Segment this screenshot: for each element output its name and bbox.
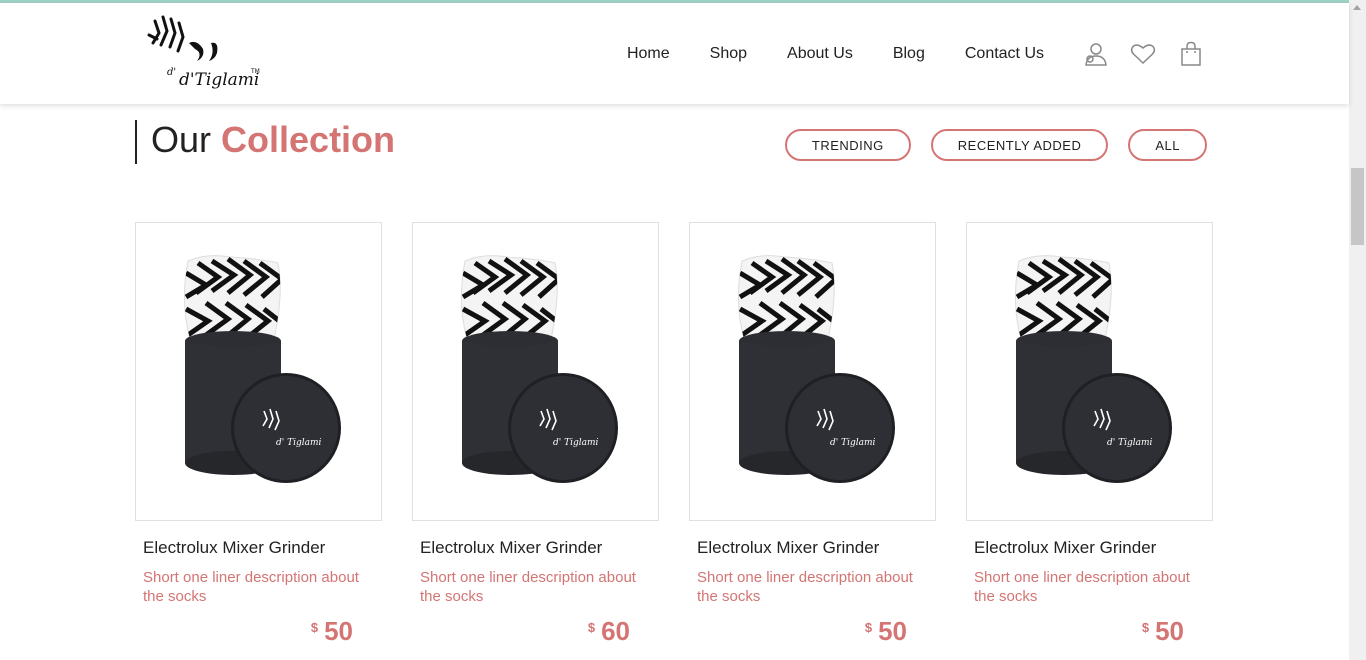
price-amount: 50 <box>1155 616 1184 646</box>
product-image[interactable]: d' Tiglami <box>966 222 1213 521</box>
sock-tube-image: d' Tiglami <box>1014 255 1172 483</box>
collection-filters: TRENDING RECENTLY ADDED ALL <box>784 129 1207 161</box>
price-amount: 60 <box>601 616 630 646</box>
product-image[interactable]: d' Tiglami <box>412 222 659 521</box>
product-card[interactable]: d' Tiglami Electrolux Mixer Grinder Shor… <box>966 222 1214 647</box>
title-accent: Collection <box>221 119 396 160</box>
product-card[interactable]: d' Tiglami Electrolux Mixer Grinder Shor… <box>689 222 937 647</box>
collection-heading: Our Collection <box>135 120 395 164</box>
filter-recently-added-button[interactable]: RECENTLY ADDED <box>930 129 1109 161</box>
scroll-up-icon[interactable] <box>1353 5 1361 10</box>
sock-tube-image: d' Tiglami <box>183 255 341 483</box>
price-amount: 50 <box>324 616 353 646</box>
product-price: $60 <box>412 616 660 647</box>
title-plain: Our <box>151 119 212 160</box>
sock-tube-image: d' Tiglami <box>737 255 895 483</box>
product-name[interactable]: Electrolux Mixer Grinder <box>689 538 937 558</box>
brand-logo[interactable]: d' d'Tiglami TM <box>145 13 265 99</box>
product-price: $50 <box>135 616 383 647</box>
price-currency: $ <box>310 620 319 635</box>
scroll-thumb[interactable] <box>1351 168 1364 245</box>
product-image[interactable]: d' Tiglami <box>135 222 382 521</box>
price-amount: 50 <box>878 616 907 646</box>
product-price: $50 <box>689 616 937 647</box>
product-name[interactable]: Electrolux Mixer Grinder <box>412 538 660 558</box>
header-actions <box>1082 41 1204 67</box>
zebra-logo-icon: d' d'Tiglami TM <box>147 15 260 90</box>
product-price: $50 <box>966 616 1214 647</box>
svg-text:d' Tiglami: d' Tiglami <box>830 438 876 448</box>
logo-wordmark: d'Tiglami <box>179 70 259 90</box>
filter-trending-button[interactable]: TRENDING <box>784 129 911 161</box>
nav-shop[interactable]: Shop <box>710 45 747 63</box>
svg-text:d' Tiglami: d' Tiglami <box>553 438 599 448</box>
product-card[interactable]: d' Tiglami Electrolux Mixer Grinder Shor… <box>412 222 660 647</box>
nav-home[interactable]: Home <box>627 45 670 63</box>
svg-text:d': d' <box>167 67 176 78</box>
product-name[interactable]: Electrolux Mixer Grinder <box>135 538 383 558</box>
product-description: Short one liner description about the so… <box>697 569 913 605</box>
nav-blog[interactable]: Blog <box>893 45 925 63</box>
filter-all-button[interactable]: ALL <box>1128 129 1207 161</box>
price-currency: $ <box>1141 620 1150 635</box>
site-header: d' d'Tiglami TM Home Shop About Us Blog … <box>0 3 1349 104</box>
main-navigation: Home Shop About Us Blog Contact Us <box>627 45 1044 63</box>
heart-icon[interactable] <box>1130 41 1156 67</box>
product-card[interactable]: d' Tiglami Electrolux Mixer Grinder Shor… <box>135 222 383 647</box>
page-scrollbar[interactable] <box>1349 0 1366 660</box>
sock-tube-image: d' Tiglami <box>460 255 618 483</box>
svg-text:TM: TM <box>250 68 260 75</box>
nav-about-us[interactable]: About Us <box>787 45 853 63</box>
price-currency: $ <box>864 620 873 635</box>
product-description: Short one liner description about the so… <box>974 569 1190 605</box>
svg-text:d' Tiglami: d' Tiglami <box>1107 438 1153 448</box>
price-currency: $ <box>587 620 596 635</box>
product-description: Short one liner description about the so… <box>143 569 359 605</box>
product-image[interactable]: d' Tiglami <box>689 222 936 521</box>
nav-contact-us[interactable]: Contact Us <box>965 45 1044 63</box>
user-icon[interactable] <box>1082 41 1108 67</box>
page-title: Our Collection <box>151 120 395 160</box>
product-name[interactable]: Electrolux Mixer Grinder <box>966 538 1214 558</box>
shopping-bag-icon[interactable] <box>1178 41 1204 67</box>
product-description: Short one liner description about the so… <box>420 569 636 605</box>
product-grid: d' Tiglami Electrolux Mixer Grinder Shor… <box>135 222 1214 647</box>
svg-text:d' Tiglami: d' Tiglami <box>276 438 322 448</box>
